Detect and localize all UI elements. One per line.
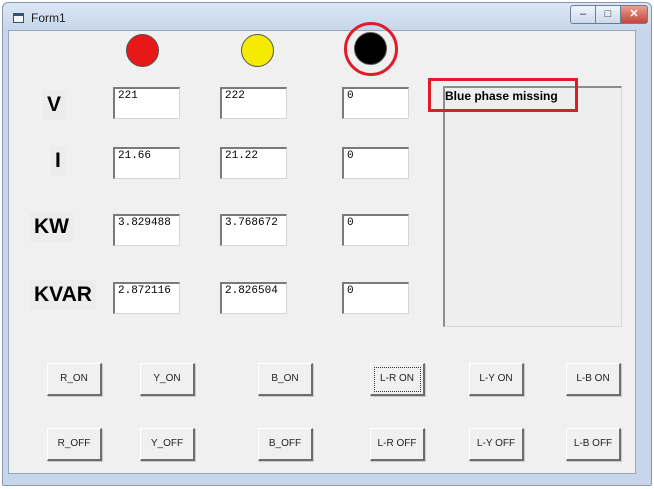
close-button[interactable]: ✕ xyxy=(620,5,648,24)
row-label-i: I xyxy=(51,146,65,176)
missing-phase-highlight-circle xyxy=(344,22,398,76)
l-r-on-button[interactable]: L-R ON xyxy=(370,363,425,396)
row-label-kvar: KVAR xyxy=(30,280,96,310)
window-title: Form1 xyxy=(31,11,66,25)
form-icon xyxy=(13,13,24,23)
kw-yellow-textbox[interactable]: 3.768672 xyxy=(220,214,287,246)
row-label-v: V xyxy=(43,90,66,120)
r-off-button[interactable]: R_OFF xyxy=(47,428,102,461)
y-on-button[interactable]: Y_ON xyxy=(140,363,195,396)
v-yellow-textbox[interactable]: 222 xyxy=(220,87,287,119)
r-on-button[interactable]: R_ON xyxy=(47,363,102,396)
i-yellow-textbox[interactable]: 21.22 xyxy=(220,147,287,179)
maximize-button[interactable]: □ xyxy=(595,5,621,24)
kw-red-textbox[interactable]: 3.829488 xyxy=(113,214,180,246)
b-off-button[interactable]: B_OFF xyxy=(258,428,313,461)
status-listbox[interactable] xyxy=(443,86,622,327)
yellow-phase-lamp xyxy=(241,34,274,67)
kvar-blue-textbox[interactable]: 0 xyxy=(342,282,409,314)
row-label-kw: KW xyxy=(30,212,73,242)
kw-blue-textbox[interactable]: 0 xyxy=(342,214,409,246)
v-blue-textbox[interactable]: 0 xyxy=(342,87,409,119)
l-y-off-button[interactable]: L-Y OFF xyxy=(469,428,524,461)
l-r-off-button[interactable]: L-R OFF xyxy=(370,428,425,461)
title-bar[interactable]: Form1 – □ ✕ xyxy=(3,3,651,33)
v-red-textbox[interactable]: 221 xyxy=(113,87,180,119)
red-phase-lamp xyxy=(126,34,159,67)
l-b-on-button[interactable]: L-B ON xyxy=(566,363,621,396)
kvar-yellow-textbox[interactable]: 2.826504 xyxy=(220,282,287,314)
l-b-off-button[interactable]: L-B OFF xyxy=(566,428,621,461)
b-on-button[interactable]: B_ON xyxy=(258,363,313,396)
i-red-textbox[interactable]: 21.66 xyxy=(113,147,180,179)
status-highlight-box xyxy=(428,78,578,112)
y-off-button[interactable]: Y_OFF xyxy=(140,428,195,461)
l-y-on-button[interactable]: L-Y ON xyxy=(469,363,524,396)
kvar-red-textbox[interactable]: 2.872116 xyxy=(113,282,180,314)
i-blue-textbox[interactable]: 0 xyxy=(342,147,409,179)
minimize-button[interactable]: – xyxy=(570,5,596,24)
